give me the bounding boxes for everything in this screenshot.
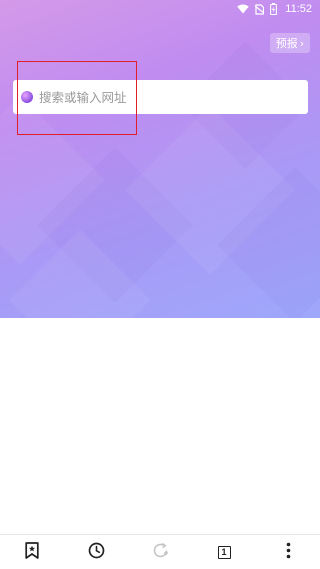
more-menu-button[interactable] <box>268 535 308 569</box>
tabs-button[interactable]: 1 <box>204 535 244 569</box>
clock-time: 11:52 <box>285 3 312 15</box>
history-button[interactable] <box>76 535 116 569</box>
refresh-icon <box>152 542 169 563</box>
search-engine-icon[interactable] <box>21 91 33 103</box>
bookmark-icon <box>25 541 39 563</box>
status-bar: 11:52 <box>0 0 320 18</box>
bookmarks-button[interactable] <box>12 535 52 569</box>
search-bar[interactable] <box>13 80 308 114</box>
forecast-button[interactable]: 预报 › <box>270 33 310 53</box>
no-sim-icon <box>255 3 265 15</box>
forecast-label: 预报 <box>275 37 298 50</box>
tab-count-icon: 1 <box>217 545 231 559</box>
battery-icon <box>270 3 278 15</box>
browser-home-screen: 11:52 预报 › 1 <box>0 0 320 569</box>
history-icon <box>88 542 105 563</box>
refresh-button[interactable] <box>140 535 180 569</box>
bottom-toolbar: 1 <box>0 534 320 569</box>
search-input[interactable] <box>39 89 289 105</box>
wifi-icon <box>237 4 250 14</box>
more-icon <box>286 542 291 563</box>
chevron-right-icon: › <box>299 36 305 50</box>
